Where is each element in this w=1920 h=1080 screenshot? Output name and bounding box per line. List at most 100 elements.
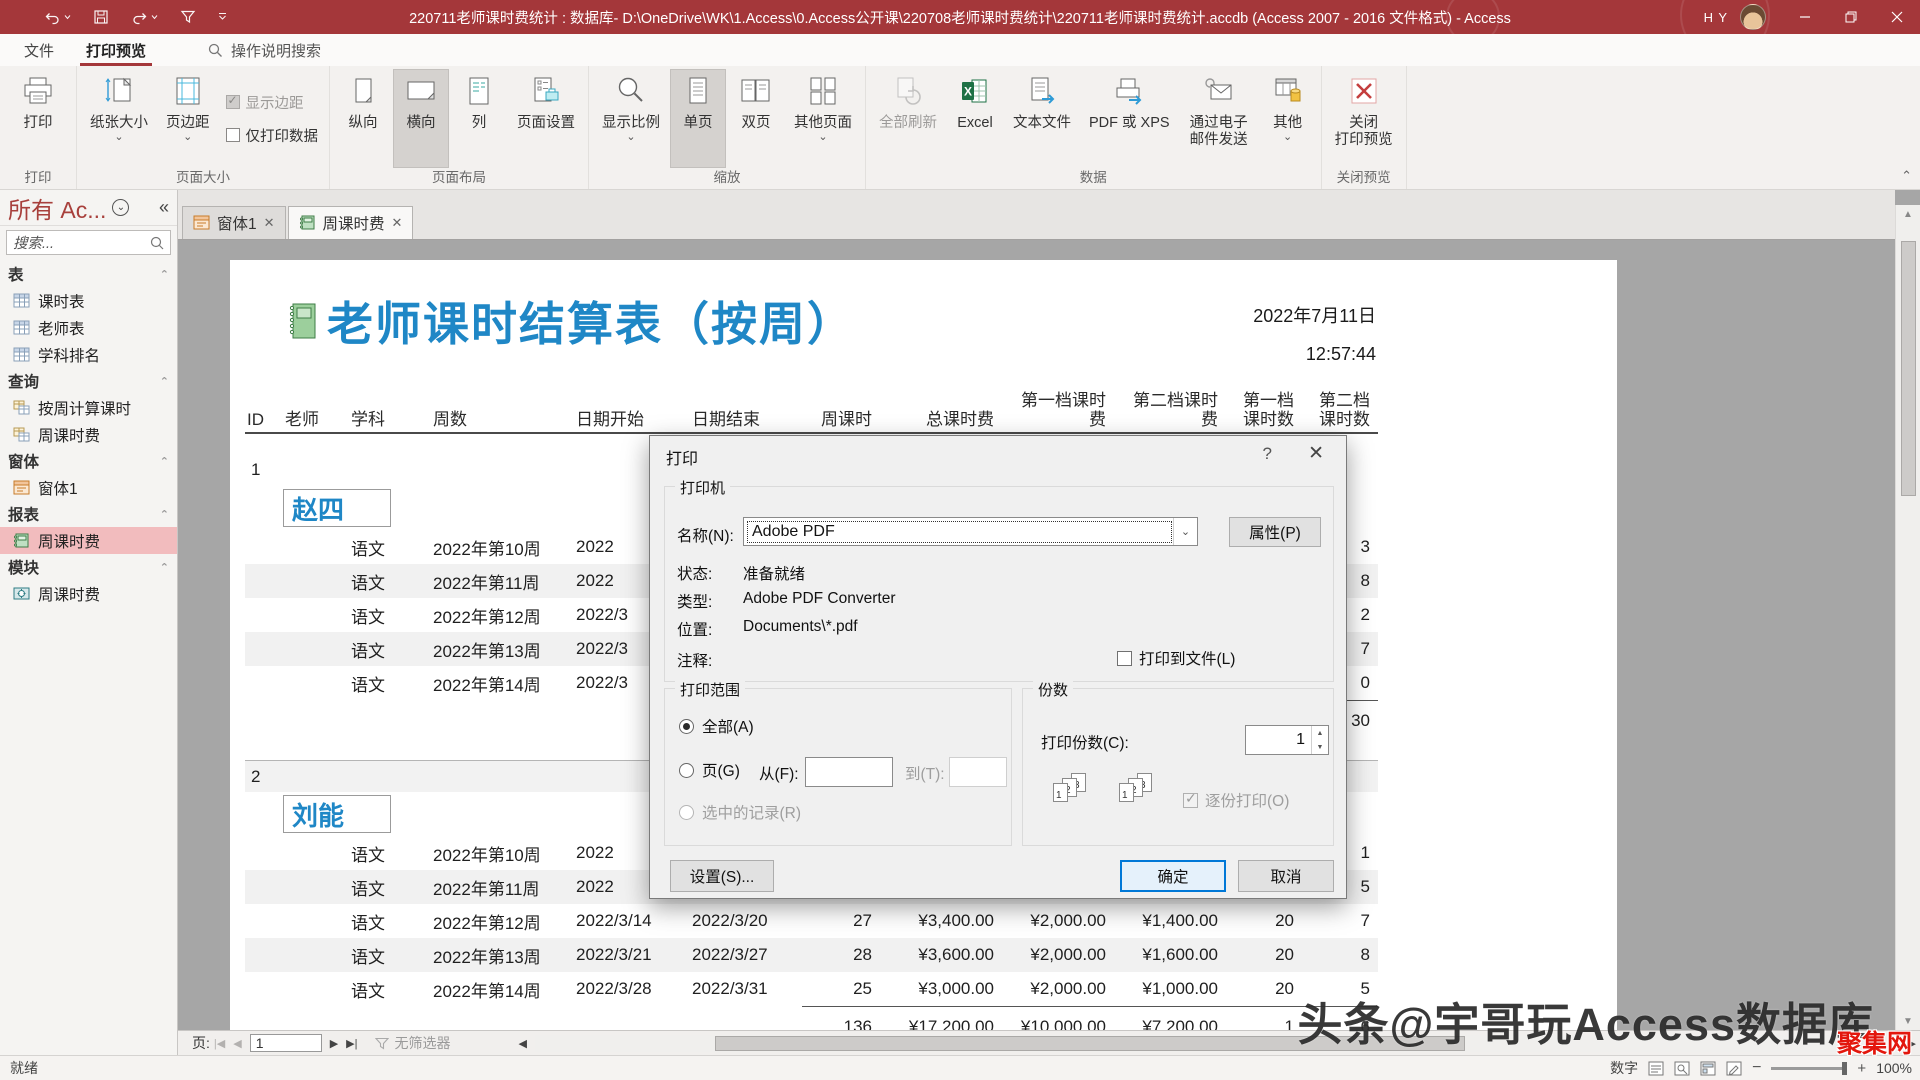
report-cell: 2022/3/20 bbox=[692, 911, 768, 930]
vertical-scrollbar[interactable]: ▲ ▼ bbox=[1895, 205, 1920, 1030]
spinner-down-icon[interactable]: ▼ bbox=[1312, 740, 1328, 754]
zoom-in-icon[interactable]: + bbox=[1857, 1060, 1866, 1077]
paper-size-button[interactable]: 纸张大小 ⌄ bbox=[82, 69, 156, 168]
subtotal-cell bbox=[245, 700, 283, 740]
layout-view-icon[interactable] bbox=[1700, 1061, 1716, 1076]
nav-group-header-3[interactable]: 报表 ⌃ bbox=[0, 501, 177, 527]
document-tab-0[interactable]: 窗体1 ✕ bbox=[182, 206, 286, 239]
export-excel-button[interactable]: X Excel bbox=[947, 69, 1003, 168]
combo-dropdown-icon[interactable]: ⌄ bbox=[1173, 518, 1197, 545]
columns-button[interactable]: 列 bbox=[451, 69, 507, 168]
close-button[interactable] bbox=[1874, 0, 1920, 34]
design-view-icon[interactable] bbox=[1726, 1061, 1742, 1076]
watermark-badge: 聚集网 bbox=[1836, 1030, 1912, 1058]
page-from-input[interactable] bbox=[805, 757, 893, 787]
undo-icon[interactable] bbox=[44, 9, 71, 25]
filter-icon[interactable] bbox=[180, 9, 196, 25]
email-button[interactable]: 通过电子 邮件发送 bbox=[1180, 69, 1258, 168]
last-page-icon[interactable]: ▶| bbox=[342, 1037, 361, 1050]
next-page-icon[interactable]: ▶ bbox=[326, 1037, 342, 1050]
nav-group-header-2[interactable]: 窗体 ⌃ bbox=[0, 448, 177, 474]
printer-name-combobox[interactable]: Adobe PDF ⌄ bbox=[743, 517, 1198, 546]
nav-search-input[interactable]: 搜索... bbox=[6, 230, 171, 255]
nav-item-4-0[interactable]: 周课时费 bbox=[0, 580, 177, 607]
minimize-button[interactable] bbox=[1782, 0, 1828, 34]
page-setup-icon bbox=[529, 75, 563, 112]
tell-me-search[interactable]: 操作说明搜索 bbox=[208, 40, 321, 61]
query-icon bbox=[13, 400, 30, 416]
tab-close-icon[interactable]: ✕ bbox=[392, 215, 403, 231]
restore-button[interactable] bbox=[1828, 0, 1874, 34]
print-data-only-checkbox[interactable]: 仅打印数据 bbox=[225, 125, 318, 146]
portrait-button[interactable]: 纵向 bbox=[335, 69, 391, 168]
export-text-file-button[interactable]: 文本文件 bbox=[1005, 69, 1079, 168]
one-page-button[interactable]: 单页 bbox=[670, 69, 726, 168]
nav-pane-header[interactable]: 所有 Ac... ⌄ « bbox=[0, 190, 177, 226]
zoom-percentage[interactable]: 100% bbox=[1876, 1060, 1912, 1076]
filter-status[interactable]: 无筛选器 bbox=[375, 1033, 450, 1053]
vertical-scroll-thumb[interactable] bbox=[1900, 241, 1916, 496]
nav-item-1-0[interactable]: 按周计算课时 bbox=[0, 394, 177, 421]
range-pages-radio[interactable]: 页(G) bbox=[679, 759, 740, 781]
nav-group-header-0[interactable]: 表 ⌃ bbox=[0, 261, 177, 287]
print-to-file-checkbox[interactable]: 打印到文件(L) bbox=[1117, 647, 1235, 669]
report-view-icon[interactable] bbox=[1648, 1061, 1664, 1076]
more-pages-button[interactable]: 其他页面 ⌄ bbox=[786, 69, 860, 168]
zoom-slider[interactable] bbox=[1771, 1061, 1848, 1075]
nav-item-0-0[interactable]: 课时表 bbox=[0, 287, 177, 314]
refresh-icon bbox=[891, 75, 925, 112]
cancel-button[interactable]: 取消 bbox=[1238, 860, 1334, 892]
export-pdf-xps-button[interactable]: PDF 或 XPS bbox=[1081, 69, 1178, 168]
redo-icon[interactable] bbox=[131, 9, 158, 25]
ok-button[interactable]: 确定 bbox=[1120, 860, 1226, 892]
nav-item-0-2[interactable]: 学科排名 bbox=[0, 341, 177, 368]
nav-group-header-1[interactable]: 查询 ⌃ bbox=[0, 368, 177, 394]
nav-item-3-0[interactable]: 周课时费 bbox=[0, 527, 177, 554]
shutter-bar-icon[interactable]: « bbox=[159, 197, 169, 218]
page-number-input[interactable]: 1 bbox=[249, 1034, 322, 1052]
report-cell: ¥2,000.00 bbox=[1030, 911, 1106, 930]
print-preview-view-icon[interactable] bbox=[1674, 1061, 1690, 1076]
teacher-name-box[interactable]: 赵四 bbox=[283, 489, 391, 527]
report-cell: 2022年第11周 bbox=[433, 573, 540, 593]
range-all-radio[interactable]: 全部(A) bbox=[679, 715, 754, 737]
document-tab-1[interactable]: 周课时费 ✕ bbox=[287, 206, 414, 239]
tab-print-preview[interactable]: 打印预览 bbox=[70, 34, 162, 66]
nav-menu-icon[interactable]: ⌄ bbox=[112, 199, 130, 216]
close-print-preview-button[interactable]: 关闭 打印预览 bbox=[1327, 69, 1401, 168]
two-pages-button[interactable]: 双页 bbox=[728, 69, 784, 168]
group-label-data: 数据 bbox=[1079, 170, 1107, 185]
landscape-button[interactable]: 横向 bbox=[393, 69, 449, 168]
save-icon[interactable] bbox=[93, 9, 109, 25]
help-button[interactable]: ? bbox=[1263, 444, 1272, 464]
range-selected-records-radio: 选中的记录(R) bbox=[679, 801, 801, 823]
print-button[interactable]: 打印 bbox=[5, 69, 71, 168]
nav-item-2-0[interactable]: 窗体1 bbox=[0, 474, 177, 501]
print-dialog[interactable]: 打印 ? ✕ 打印机 名称(N): Adobe PDF ⌄ 属性(P) 状态: … bbox=[649, 435, 1347, 899]
scroll-up-icon[interactable]: ▲ bbox=[1903, 205, 1913, 223]
nav-item-1-1[interactable]: 周课时费 bbox=[0, 421, 177, 448]
teacher-name-box[interactable]: 刘能 bbox=[283, 795, 391, 833]
tab-file[interactable]: 文件 bbox=[8, 34, 70, 66]
avatar[interactable] bbox=[1740, 4, 1766, 30]
zoom-out-icon[interactable]: − bbox=[1752, 1059, 1761, 1077]
svg-text:X: X bbox=[964, 85, 972, 99]
nav-group-header-4[interactable]: 模块 ⌃ bbox=[0, 554, 177, 580]
ribbon-tab-row: 文件 打印预览 操作说明搜索 bbox=[0, 34, 1920, 66]
nav-item-0-1[interactable]: 老师表 bbox=[0, 314, 177, 341]
dialog-close-icon[interactable]: ✕ bbox=[1308, 442, 1324, 465]
more-export-button[interactable]: 其他 ⌄ bbox=[1260, 69, 1316, 168]
ribbon-collapse-icon[interactable]: ⌃ bbox=[1901, 168, 1912, 184]
tab-close-icon[interactable]: ✕ bbox=[264, 215, 275, 231]
copies-spinner[interactable]: 1 ▲ ▼ bbox=[1245, 725, 1329, 755]
zoom-button[interactable]: 显示比例 ⌄ bbox=[594, 69, 668, 168]
spinner-up-icon[interactable]: ▲ bbox=[1312, 726, 1328, 740]
setup-button[interactable]: 设置(S)... bbox=[670, 860, 774, 892]
customize-quick-access-icon[interactable] bbox=[218, 13, 227, 21]
hscroll-left-icon[interactable]: ◀ bbox=[514, 1037, 530, 1050]
properties-button[interactable]: 属性(P) bbox=[1229, 517, 1321, 547]
margins-button[interactable]: 页边距 ⌄ bbox=[158, 69, 218, 168]
zoom-slider-thumb[interactable] bbox=[1842, 1061, 1848, 1075]
user-initials[interactable]: H Y bbox=[1704, 10, 1728, 25]
page-setup-button[interactable]: 页面设置 bbox=[509, 69, 583, 168]
